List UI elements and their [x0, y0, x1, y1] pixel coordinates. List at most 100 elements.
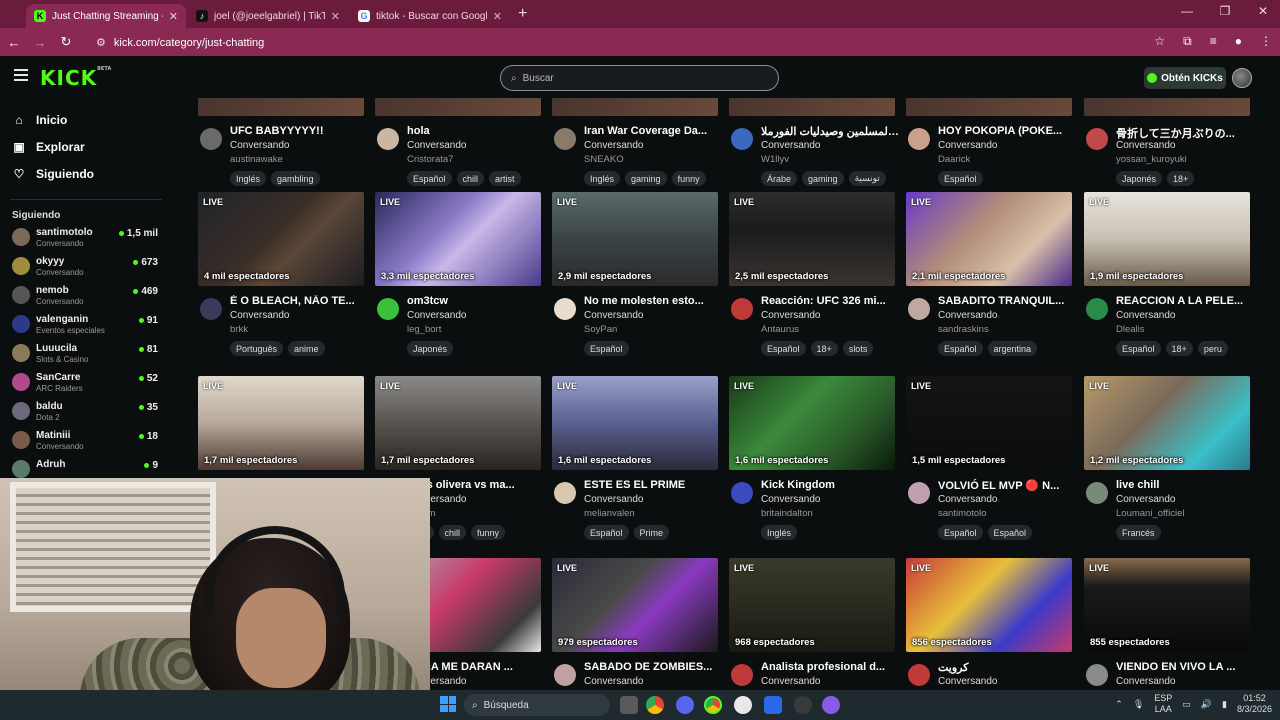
- streamer-name[interactable]: austinawake: [230, 154, 283, 165]
- get-kicks-button[interactable]: Obtén KICKs: [1144, 67, 1226, 89]
- stream-title[interactable]: hola: [407, 125, 547, 137]
- media-icon[interactable]: ≡: [1210, 34, 1217, 49]
- browser-tab-tiktok[interactable]: ♪ joel (@joeelgabriel) | TikTok ✕: [188, 4, 348, 28]
- forward-icon[interactable]: →: [28, 35, 52, 50]
- tag-chip[interactable]: 18+: [1167, 171, 1195, 186]
- stream-category[interactable]: Conversando: [230, 310, 289, 321]
- menu-icon[interactable]: ⋮: [1260, 34, 1272, 49]
- url-field[interactable]: ⚙ kick.com/category/just-chatting: [96, 36, 264, 49]
- stream-thumbnail[interactable]: LIVE 1,7 mil espectadores: [375, 376, 541, 470]
- stream-thumbnail[interactable]: [1084, 98, 1250, 116]
- minimize-icon[interactable]: —: [1180, 4, 1194, 18]
- stream-category[interactable]: Conversando: [938, 676, 997, 687]
- stream-thumbnail[interactable]: LIVE 1,5 mil espectadores: [906, 376, 1072, 470]
- stream-title[interactable]: Kick Kingdom: [761, 479, 901, 491]
- volume-icon[interactable]: 🔊: [1201, 699, 1212, 710]
- stream-thumbnail[interactable]: LIVE 968 espectadores: [729, 558, 895, 652]
- stream-title[interactable]: ESTE ES EL PRIME: [584, 479, 724, 491]
- tag-chip[interactable]: تونسية: [848, 171, 886, 186]
- stream-thumbnail[interactable]: [906, 98, 1072, 116]
- streamer-name[interactable]: SoyPan: [584, 324, 617, 335]
- streamer-name[interactable]: melianvalen: [584, 508, 635, 519]
- streamer-name[interactable]: sandraskins: [938, 324, 989, 335]
- battery-icon[interactable]: ▮: [1222, 699, 1227, 710]
- channel-avatar[interactable]: [1086, 482, 1108, 504]
- streamer-name[interactable]: W1llyv: [761, 154, 789, 165]
- stream-title[interactable]: HOY POKOPIA (POKE...: [938, 125, 1078, 137]
- channel-avatar[interactable]: [554, 128, 576, 150]
- user-avatar[interactable]: [1232, 68, 1252, 88]
- tag-chip[interactable]: Español: [938, 341, 983, 356]
- tray-chevron-icon[interactable]: ⌃: [1115, 699, 1123, 710]
- streamer-name[interactable]: Antaurus: [761, 324, 799, 335]
- stream-category[interactable]: Conversando: [407, 310, 466, 321]
- channel-avatar[interactable]: [377, 298, 399, 320]
- stream-category[interactable]: Conversando: [761, 140, 820, 151]
- stream-title[interactable]: No me molesten esto...: [584, 295, 724, 307]
- stream-category[interactable]: Conversando: [230, 140, 289, 151]
- stream-thumbnail[interactable]: LIVE 1,6 mil espectadores: [729, 376, 895, 470]
- tag-chip[interactable]: Árabe: [761, 171, 798, 186]
- stream-title[interactable]: SABADITO TRANQUIL...: [938, 295, 1078, 307]
- streamer-name[interactable]: leg_bort: [407, 324, 441, 335]
- tag-chip[interactable]: Español: [938, 171, 983, 186]
- stream-category[interactable]: Conversando: [584, 494, 643, 505]
- search-input[interactable]: ⌕ Buscar: [500, 65, 779, 91]
- taskbar-search[interactable]: ⌕ Búsqueda: [464, 694, 610, 716]
- stream-category[interactable]: Conversando: [407, 140, 466, 151]
- following-item[interactable]: nemob Conversando 469: [12, 283, 172, 312]
- stream-title[interactable]: Reacción: UFC 326 mi...: [761, 295, 901, 307]
- stream-category[interactable]: Conversando: [1116, 310, 1175, 321]
- microphone-icon[interactable]: 🎙: [1133, 699, 1144, 710]
- following-item[interactable]: Luuucila Slots & Casino 81: [12, 341, 172, 370]
- task-view-icon[interactable]: [620, 696, 638, 714]
- stream-thumbnail[interactable]: [552, 98, 718, 116]
- tag-chip[interactable]: Português: [230, 341, 284, 356]
- store-icon[interactable]: [764, 696, 782, 714]
- stream-title[interactable]: É O BLEACH, NÃO TE...: [230, 295, 370, 307]
- stream-thumbnail[interactable]: LIVE 2,9 mil espectadores: [552, 192, 718, 286]
- following-item[interactable]: Matiniii Conversando 18: [12, 428, 172, 457]
- channel-avatar[interactable]: [908, 664, 930, 686]
- maximize-icon[interactable]: ❐: [1218, 4, 1232, 18]
- channel-avatar[interactable]: [1086, 128, 1108, 150]
- stream-title[interactable]: كرويت: [938, 661, 1078, 674]
- tag-chip[interactable]: gaming: [625, 171, 667, 186]
- stream-category[interactable]: Conversando: [1116, 140, 1175, 151]
- tag-chip[interactable]: Inglés: [761, 525, 798, 540]
- stream-thumbnail[interactable]: [729, 98, 895, 116]
- tag-chip[interactable]: Español: [584, 341, 629, 356]
- stream-category[interactable]: Conversando: [938, 494, 997, 505]
- stream-thumbnail[interactable]: [198, 98, 364, 116]
- channel-avatar[interactable]: [908, 298, 930, 320]
- tag-chip[interactable]: Español: [407, 171, 452, 186]
- stream-thumbnail[interactable]: LIVE 856 espectadores: [906, 558, 1072, 652]
- tag-chip[interactable]: argentina: [987, 341, 1038, 356]
- stream-title[interactable]: Iran War Coverage Da...: [584, 125, 724, 137]
- stream-title[interactable]: SABADO DE ZOMBIES...: [584, 661, 724, 673]
- tag-chip[interactable]: Español: [987, 525, 1033, 540]
- stream-category[interactable]: Conversando: [761, 310, 820, 321]
- tag-chip[interactable]: Francés: [1116, 525, 1161, 540]
- hamburger-menu-icon[interactable]: [14, 69, 28, 81]
- stream-thumbnail[interactable]: LIVE 979 espectadores: [552, 558, 718, 652]
- channel-avatar[interactable]: [908, 482, 930, 504]
- streamer-name[interactable]: SNEAKO: [584, 154, 624, 165]
- stream-category[interactable]: Conversando: [938, 140, 997, 151]
- tag-chip[interactable]: gambling: [271, 171, 320, 186]
- channel-avatar[interactable]: [731, 298, 753, 320]
- stream-thumbnail[interactable]: [375, 98, 541, 116]
- discord-icon[interactable]: [676, 696, 694, 714]
- tag-chip[interactable]: gaming: [802, 171, 844, 186]
- network-icon[interactable]: ▭: [1182, 699, 1191, 710]
- chrome-icon[interactable]: [646, 696, 664, 714]
- following-item[interactable]: okyyy Conversando 673: [12, 254, 172, 283]
- tag-chip[interactable]: 18+: [810, 341, 838, 356]
- tag-chip[interactable]: Español: [938, 525, 983, 540]
- tag-chip[interactable]: 18+: [1165, 341, 1193, 356]
- browser-tab-kick[interactable]: K Just Chatting Streaming - Live ✕: [26, 4, 186, 28]
- stream-title[interactable]: REACCION A LA PELE...: [1116, 295, 1256, 307]
- streamer-name[interactable]: Dlealis: [1116, 324, 1145, 335]
- tag-chip[interactable]: funny: [471, 525, 506, 540]
- new-tab-button[interactable]: +: [518, 5, 527, 23]
